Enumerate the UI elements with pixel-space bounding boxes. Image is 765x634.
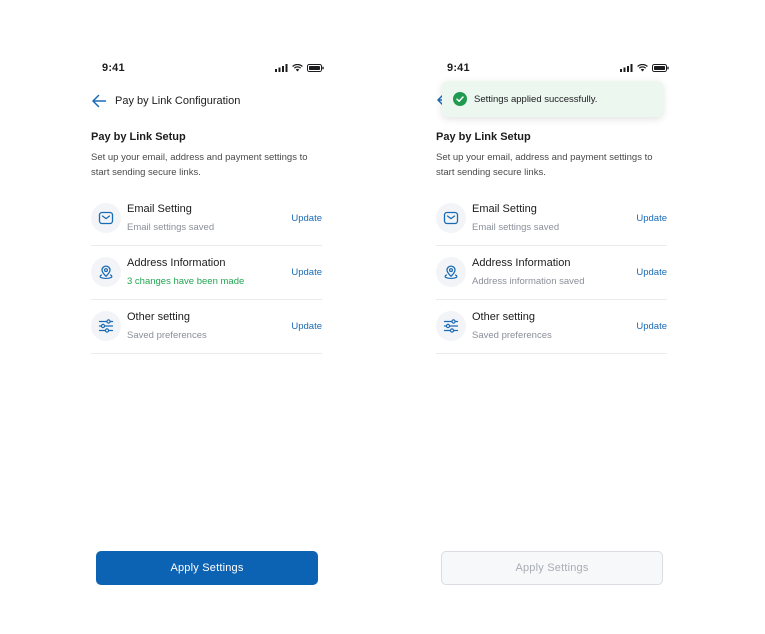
section-description: Set up your email, address and payment s… [91, 152, 308, 178]
list-item-email: Email Setting Email settings saved Updat… [436, 192, 667, 246]
section-description: Set up your email, address and payment s… [436, 152, 653, 178]
item-title: Other setting [127, 311, 190, 323]
apply-settings-button[interactable]: Apply Settings [96, 551, 318, 585]
item-subtitle: Address information saved [472, 276, 585, 287]
sliders-icon [91, 311, 121, 341]
phone-screen-before: 9:41 Pay by Link Configuration Pay by Li… [88, 56, 328, 596]
list-item-email: Email Setting Email settings saved Updat… [91, 192, 322, 246]
update-address-link[interactable]: Update [636, 267, 667, 278]
success-toast: Settings applied successfully. [442, 81, 663, 117]
update-email-link[interactable]: Update [291, 213, 322, 224]
sliders-icon [436, 311, 466, 341]
item-title: Email Setting [127, 203, 192, 215]
section-title: Pay by Link Setup [436, 131, 531, 143]
page-title: Pay by Link Configuration [115, 95, 241, 107]
status-icons [620, 64, 669, 72]
back-arrow-icon[interactable] [91, 94, 107, 108]
mail-icon [91, 203, 121, 233]
item-subtitle: Email settings saved [472, 222, 560, 233]
section-title: Pay by Link Setup [91, 131, 186, 143]
item-subtitle: Saved preferences [127, 330, 207, 341]
item-subtitle-changes: 3 changes have been made [127, 276, 245, 287]
update-address-link[interactable]: Update [291, 267, 322, 278]
status-time: 9:41 [102, 62, 125, 74]
location-pin-icon [91, 257, 121, 287]
item-title: Address Information [127, 257, 226, 269]
settings-list: Email Setting Email settings saved Updat… [436, 192, 667, 354]
update-other-link[interactable]: Update [291, 321, 322, 332]
item-title: Address Information [472, 257, 571, 269]
wifi-icon [292, 64, 303, 72]
battery-icon [307, 64, 324, 72]
item-subtitle: Saved preferences [472, 330, 552, 341]
item-title: Email Setting [472, 203, 537, 215]
phone-screen-after: 9:41 Settings applied successfully. Pay … [433, 56, 673, 596]
nav-header: Pay by Link Configuration [88, 92, 328, 110]
item-title: Other setting [472, 311, 535, 323]
status-bar: 9:41 [433, 62, 673, 76]
wifi-icon [637, 64, 648, 72]
mail-icon [436, 203, 466, 233]
signal-icon [620, 64, 633, 72]
battery-icon [652, 64, 669, 72]
settings-list: Email Setting Email settings saved Updat… [91, 192, 322, 354]
status-bar: 9:41 [88, 62, 328, 76]
check-circle-icon [453, 92, 467, 106]
update-email-link[interactable]: Update [636, 213, 667, 224]
list-item-address: Address Information Address information … [436, 246, 667, 300]
status-icons [275, 64, 324, 72]
list-item-address: Address Information 3 changes have been … [91, 246, 322, 300]
item-subtitle: Email settings saved [127, 222, 215, 233]
status-time: 9:41 [447, 62, 470, 74]
list-item-other: Other setting Saved preferences Update [91, 300, 322, 354]
location-pin-icon [436, 257, 466, 287]
toast-message: Settings applied successfully. [474, 93, 598, 105]
signal-icon [275, 64, 288, 72]
list-item-other: Other setting Saved preferences Update [436, 300, 667, 354]
apply-settings-button-disabled[interactable]: Apply Settings [441, 551, 663, 585]
update-other-link[interactable]: Update [636, 321, 667, 332]
